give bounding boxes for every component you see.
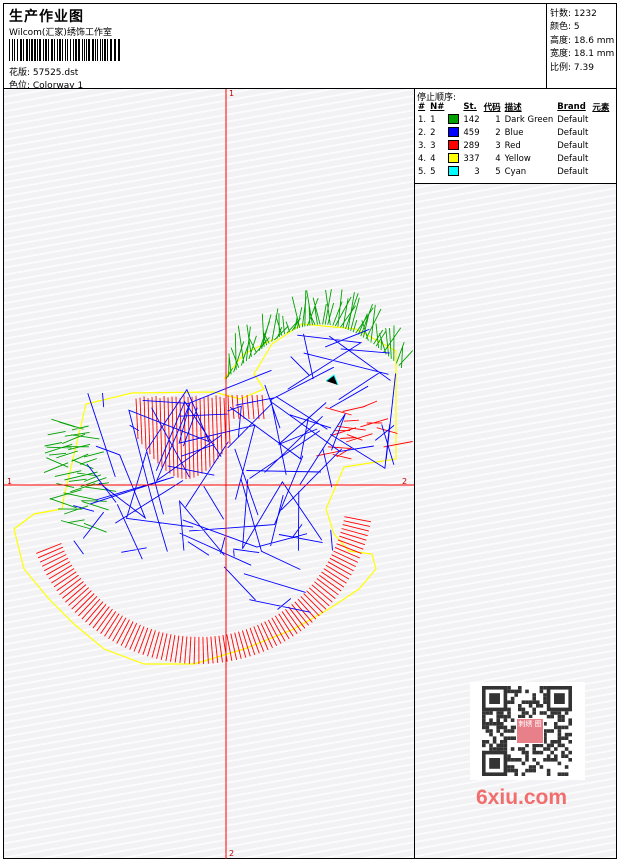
legend-needle: 4 — [430, 153, 436, 164]
color-sequence-legend: 停止顺序: # N# St. 代码 描述 Brand 元素 1. 1 142 1… — [415, 89, 616, 184]
legend-brand: Default — [557, 127, 589, 138]
legend-header-stitches: St. — [463, 102, 477, 112]
legend-row: 5. 5 3 5 Cyan Default — [416, 165, 611, 178]
legend-description: Cyan — [504, 166, 527, 177]
legend-needle: 3 — [430, 140, 436, 151]
legend-color-swatch — [446, 113, 461, 126]
blue-stitches — [73, 328, 397, 613]
legend-description: Yellow — [504, 153, 531, 164]
color-swatch — [448, 153, 460, 164]
barcode — [9, 39, 120, 61]
legend-index: 5. — [418, 166, 427, 177]
legend-element — [590, 113, 611, 126]
legend-code: 1 — [495, 114, 501, 125]
scale: 比例: 7.39 — [550, 63, 594, 73]
legend-color-swatch — [446, 126, 461, 139]
legend-row: 1. 1 142 1 Dark Green Default — [416, 113, 611, 126]
legend-index: 1. — [418, 114, 427, 125]
design-width: 宽度: 18.1 mm — [550, 49, 615, 59]
page-title: 生产作业图 — [9, 9, 84, 25]
legend-header-row: # N# St. 代码 描述 Brand 元素 — [416, 101, 611, 113]
legend-stitches: 337 — [463, 153, 480, 164]
legend-header-index: # — [418, 102, 426, 112]
legend-index: 4. — [418, 153, 427, 164]
yellow-outline — [13, 323, 397, 665]
color-swatch — [448, 114, 460, 125]
design-file: 花版: 57525.dst — [9, 68, 79, 78]
color-count: 颜色: 5 — [550, 22, 580, 32]
legend-header-needle: N# — [430, 102, 445, 112]
legend-code: 4 — [495, 153, 501, 164]
legend-row: 4. 4 337 4 Yellow Default — [416, 152, 611, 165]
legend-table: # N# St. 代码 描述 Brand 元素 1. 1 142 1 Dark … — [416, 101, 611, 178]
legend-description: Dark Green — [504, 114, 554, 125]
legend-element — [590, 165, 611, 178]
legend-stitches: 459 — [463, 127, 480, 138]
legend-code: 3 — [495, 140, 501, 151]
legend-row: 2. 2 459 2 Blue Default — [416, 126, 611, 139]
color-swatch — [448, 140, 460, 151]
axis-label-top: 1 — [229, 89, 235, 98]
legend-brand: Default — [557, 114, 589, 125]
embroidery-design — [4, 89, 414, 859]
legend-header-swatch — [446, 101, 461, 113]
color-swatch — [448, 166, 460, 177]
legend-color-swatch — [446, 139, 461, 152]
watermark: 6xiu.com — [476, 786, 568, 809]
header-panel: 生产作业图 Wilcom(汇家)绣饰工作室 花版: 57525.dst 色位: … — [3, 3, 547, 91]
qr-logo-stamp: 刺绣 图 — [516, 718, 544, 744]
legend-code: 5 — [495, 166, 501, 177]
axis-label-left: 1 — [7, 477, 13, 486]
axis-label-bottom: 2 — [229, 849, 235, 858]
studio-name: Wilcom(汇家)绣饰工作室 — [9, 28, 112, 38]
legend-header-brand: Brand — [557, 102, 586, 112]
legend-stitches: 289 — [463, 140, 480, 151]
legend-needle: 1 — [430, 114, 436, 125]
legend-element — [590, 152, 611, 165]
axis-label-right: 2 — [402, 477, 408, 486]
legend-index: 2. — [418, 127, 427, 138]
legend-brand: Default — [557, 166, 589, 177]
legend-header-code: 代码 — [483, 103, 501, 113]
cyan-stitches — [325, 374, 339, 386]
panel-divider — [414, 89, 415, 859]
legend-stitches: 142 — [463, 114, 480, 125]
design-height: 高度: 18.6 mm — [550, 36, 615, 46]
stitch-count: 针数: 1232 — [550, 9, 597, 19]
legend-description: Red — [504, 140, 521, 151]
legend-code: 2 — [495, 127, 501, 138]
legend-header-description: 描述 — [504, 103, 522, 113]
legend-description: Blue — [504, 127, 524, 138]
stats-panel: 针数: 1232 颜色: 5 高度: 18.6 mm 宽度: 18.1 mm 比… — [546, 3, 617, 89]
legend-needle: 2 — [430, 127, 436, 138]
legend-header-element: 元素 — [592, 103, 610, 113]
legend-needle: 5 — [430, 166, 436, 177]
legend-row: 3. 3 289 3 Red Default — [416, 139, 611, 152]
legend-index: 3. — [418, 140, 427, 151]
legend-color-swatch — [446, 165, 461, 178]
legend-brand: Default — [557, 140, 589, 151]
legend-color-swatch — [446, 152, 461, 165]
red-stitches — [36, 394, 413, 664]
legend-brand: Default — [557, 153, 589, 164]
legend-element — [590, 139, 611, 152]
legend-element — [590, 126, 611, 139]
color-swatch — [448, 127, 460, 138]
legend-stitches: 3 — [474, 166, 480, 177]
